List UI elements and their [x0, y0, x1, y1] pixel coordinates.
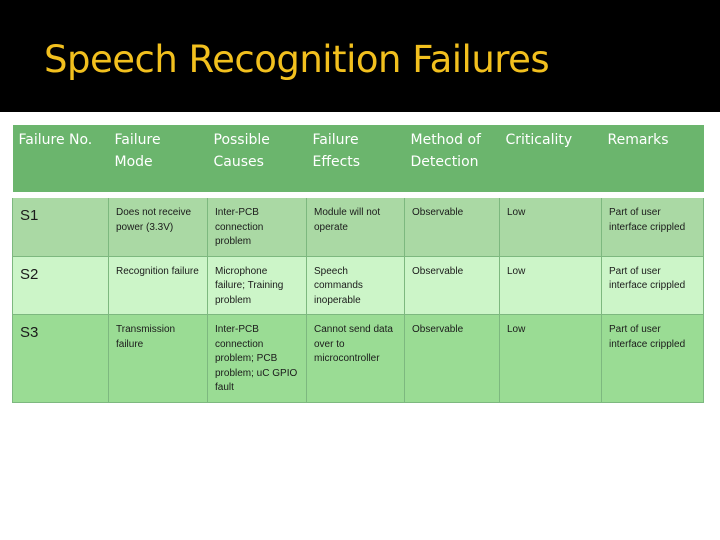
failures-table: Failure No. Failure Mode Possible Causes…: [12, 125, 704, 403]
cell-failure-effects: Module will not operate: [306, 194, 405, 257]
cell-criticality: Low: [499, 314, 602, 403]
cell-failure-effects: Speech commands inoperable: [306, 255, 405, 315]
header-row: Failure No. Failure Mode Possible Causes…: [12, 125, 704, 198]
cell-failure-no: S2: [12, 255, 109, 315]
cell-failure-no: S3: [12, 314, 109, 403]
column-header-remarks: Remarks: [601, 125, 704, 198]
cell-failure-no: S1: [12, 194, 109, 257]
cell-criticality: Low: [499, 194, 602, 257]
cell-possible-causes: Inter-PCB connection problem: [207, 194, 307, 257]
slide-title: Speech Recognition Failures: [44, 38, 550, 81]
column-header-failure-mode: Failure Mode: [108, 125, 208, 198]
column-header-failure-effects: Failure Effects: [306, 125, 405, 198]
cell-failure-mode: Transmission failure: [108, 314, 208, 403]
cell-possible-causes: Inter-PCB connection problem; PCB proble…: [207, 314, 307, 403]
column-header-failure-no: Failure No.: [12, 125, 109, 198]
column-header-possible-causes: Possible Causes: [207, 125, 307, 198]
cell-method-of-detection: Observable: [404, 194, 500, 257]
cell-failure-mode: Does not receive power (3.3V): [108, 194, 208, 257]
title-bar: Speech Recognition Failures: [0, 0, 720, 112]
cell-failure-mode: Recognition failure: [108, 255, 208, 315]
cell-criticality: Low: [499, 255, 602, 315]
table-row: S3 Transmission failure Inter-PCB connec…: [12, 314, 704, 403]
cell-remarks: Part of user interface crippled: [601, 314, 704, 403]
cell-failure-effects: Cannot send data over to microcontroller: [306, 314, 405, 403]
cell-method-of-detection: Observable: [404, 255, 500, 315]
table-row: S1 Does not receive power (3.3V) Inter-P…: [12, 194, 704, 257]
column-header-criticality: Criticality: [499, 125, 602, 198]
table-row: S2 Recognition failure Microphone failur…: [12, 255, 704, 315]
cell-method-of-detection: Observable: [404, 314, 500, 403]
cell-possible-causes: Microphone failure; Training problem: [207, 255, 307, 315]
cell-remarks: Part of user interface crippled: [601, 194, 704, 257]
column-header-method-of-detection: Method of Detection: [404, 125, 500, 198]
cell-remarks: Part of user interface crippled: [601, 255, 704, 315]
